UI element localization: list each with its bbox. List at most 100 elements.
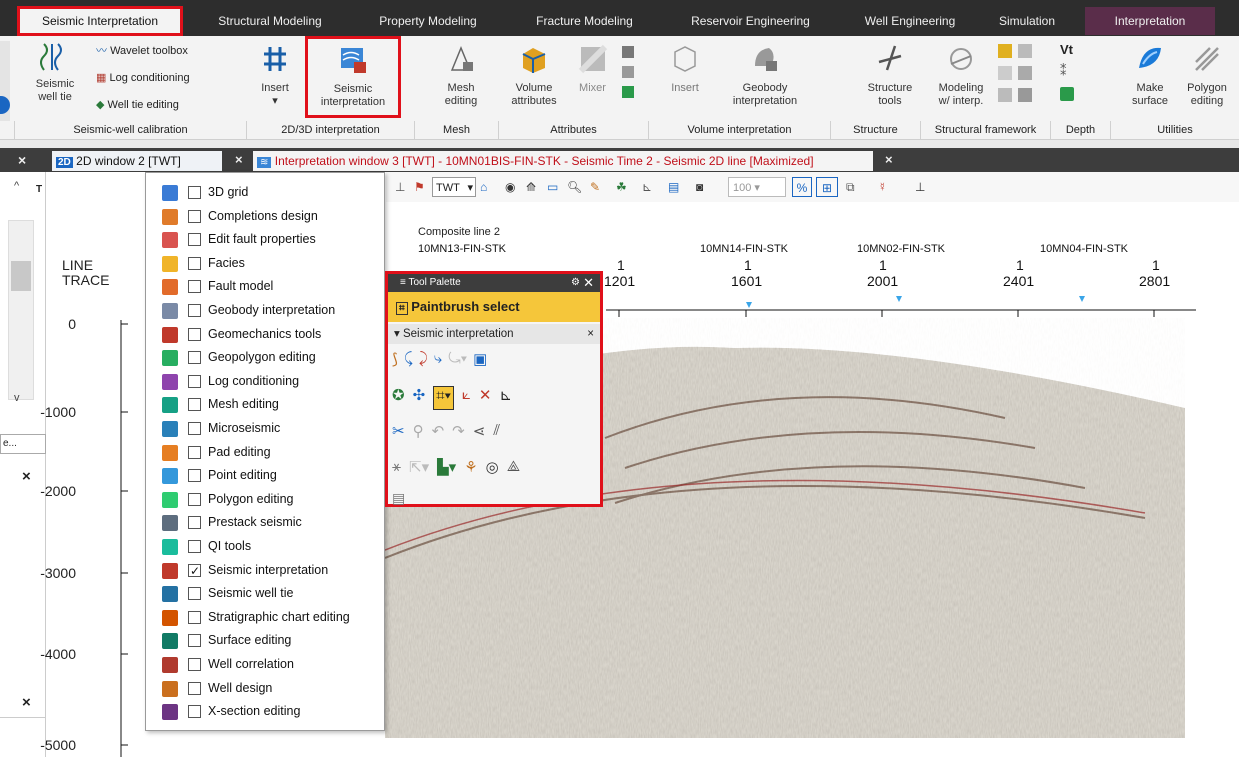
tab-interpretation[interactable]: Interpretation xyxy=(1085,7,1215,35)
plugin-checkbox[interactable] xyxy=(188,634,201,648)
node-icon[interactable]: ⊾ xyxy=(499,386,512,410)
plugin-menu-item[interactable]: Seismic well tie xyxy=(146,582,384,605)
seismic-interpretation-button[interactable]: Seismic interpretation xyxy=(305,36,401,118)
plugin-menu-item[interactable]: Polygon editing xyxy=(146,488,384,511)
mixer-button[interactable]: Mixer xyxy=(570,44,615,95)
domain-select[interactable]: TWT ▾ xyxy=(432,177,476,197)
close-section-icon[interactable]: × xyxy=(587,324,594,344)
add-layer-icon[interactable]: ▙▾ xyxy=(437,458,456,482)
plugin-checkbox[interactable] xyxy=(188,256,201,270)
plugin-menu-item[interactable]: Fault model xyxy=(146,275,384,298)
close-tab-icon[interactable]: × xyxy=(235,152,243,167)
plugin-menu-item[interactable]: Pad editing xyxy=(146,441,384,464)
plugin-menu-item[interactable]: Log conditioning xyxy=(146,370,384,393)
plugin-checkbox[interactable] xyxy=(188,610,201,624)
seismic-well-tie-button[interactable]: Seismic well tie xyxy=(34,42,76,104)
plugin-checkbox[interactable] xyxy=(188,492,201,506)
snap-icon[interactable]: ⚹ xyxy=(392,458,401,482)
list-icon[interactable]: ▤ xyxy=(668,177,690,197)
insert-volume-button[interactable]: Insert xyxy=(664,44,706,95)
plugin-menu-item[interactable]: Well correlation xyxy=(146,653,384,676)
polygon-editing-button[interactable]: Polygon editing xyxy=(1182,44,1232,108)
structure-tools-button[interactable]: Structure tools xyxy=(860,44,920,108)
plugin-menu-item[interactable]: Seismic interpretation xyxy=(146,559,384,583)
gear-icon[interactable]: ⚙ xyxy=(571,274,580,292)
tab-well-engineering[interactable]: Well Engineering xyxy=(845,7,975,35)
guided-tool-icon[interactable]: ⤹ xyxy=(404,350,413,374)
horizon-tool-icon[interactable]: ✪ xyxy=(392,386,405,410)
scroll-up-icon[interactable]: ^ xyxy=(14,180,19,192)
pick-icon[interactable]: ⟰ xyxy=(526,177,546,197)
plugin-checkbox[interactable] xyxy=(188,327,201,341)
tab-interpretation-window[interactable]: ≋ Interpretation window 3 [TWT] - 10MN01… xyxy=(253,151,873,171)
fault-polygon-icon[interactable]: ⟁ xyxy=(507,458,520,482)
move-points-icon[interactable]: ✣ xyxy=(413,386,426,410)
depth-conversion-tools[interactable]: Vt ⁑ xyxy=(1060,42,1090,112)
paintbrush-select-tool-icon[interactable]: ⌗▾ xyxy=(433,386,454,410)
plugin-checkbox[interactable] xyxy=(188,304,201,317)
log-conditioning-button[interactable]: ▦ Log conditioning xyxy=(96,69,190,87)
plugin-checkbox[interactable] xyxy=(188,516,201,530)
plugin-checkbox[interactable] xyxy=(188,233,201,247)
plugin-checkbox[interactable] xyxy=(188,186,201,199)
person-icon[interactable]: ☿ xyxy=(878,177,900,197)
plugin-menu-item[interactable]: Geomechanics tools xyxy=(146,323,384,346)
palette-section-header[interactable]: ▾ Seismic interpretation × xyxy=(388,324,600,344)
tab-simulation[interactable]: Simulation xyxy=(982,7,1072,35)
manual-tool-icon[interactable]: ⤸ xyxy=(419,350,428,374)
percent-icon[interactable]: % xyxy=(792,177,812,197)
settings-brush-icon[interactable]: ✎ xyxy=(590,177,614,197)
insert-button[interactable]: Insert ▾ xyxy=(255,44,295,108)
plugin-checkbox[interactable] xyxy=(188,445,201,459)
volume-attributes-button[interactable]: Volume attributes xyxy=(505,44,563,108)
plugin-menu-item[interactable]: Point editing xyxy=(146,464,384,487)
tab-seismic-interpretation[interactable]: Seismic Interpretation xyxy=(17,6,183,36)
plugin-checkbox[interactable] xyxy=(188,705,201,719)
layers-icon[interactable]: ☘ xyxy=(616,177,638,197)
fault-tool-icon[interactable]: ▣ xyxy=(473,350,487,374)
home-view-icon[interactable]: ⌂ xyxy=(480,177,500,197)
plugin-checkbox[interactable] xyxy=(188,209,201,223)
plugin-menu-item[interactable]: Surface editing xyxy=(146,629,384,652)
wavelet-toolbox-button[interactable]: 〰 Wavelet toolbox xyxy=(96,42,188,60)
plugin-checkbox[interactable] xyxy=(188,540,201,553)
eraser-icon[interactable]: ⟀ xyxy=(462,386,471,410)
attribute-small-icons[interactable] xyxy=(622,46,636,106)
plugin-menu-item[interactable]: Mesh editing xyxy=(146,393,384,416)
magnifier-icon[interactable]: 🔍︎ xyxy=(567,177,587,197)
tab-fracture-modeling[interactable]: Fracture Modeling xyxy=(512,7,657,35)
scissors-icon[interactable]: ✂ xyxy=(392,422,405,446)
plugin-checkbox[interactable] xyxy=(188,351,201,365)
tab-2d-window[interactable]: 2D 2D window 2 [TWT] xyxy=(52,151,222,171)
close-panel-icon[interactable]: × xyxy=(18,152,26,168)
plugin-menu-item[interactable]: X-section editing xyxy=(146,700,384,723)
close-active-tab-icon[interactable]: × xyxy=(885,152,893,167)
tab-structural-modeling[interactable]: Structural Modeling xyxy=(195,7,345,35)
notes-icon[interactable]: ▤ xyxy=(392,490,597,507)
well-tie-editing-button[interactable]: ◆ Well tie editing xyxy=(96,96,179,114)
plugin-menu-item[interactable]: Stratigraphic chart editing xyxy=(146,606,384,629)
flag-icon[interactable]: ⚑ xyxy=(414,177,432,197)
delete-icon[interactable]: ✕ xyxy=(479,386,492,410)
plugin-menu-item[interactable]: Microseismic xyxy=(146,417,384,440)
side-scrollbar[interactable] xyxy=(8,220,34,400)
plugin-menu-item[interactable]: Well design xyxy=(146,677,384,700)
close-bottom-pane-icon[interactable]: × xyxy=(22,694,31,711)
plugin-menu-item[interactable]: Geopolygon editing xyxy=(146,346,384,369)
axis-icon[interactable]: ⊾ xyxy=(642,177,664,197)
plugin-menu-item[interactable]: QI tools xyxy=(146,535,384,558)
camera-icon[interactable]: ◙ xyxy=(696,177,718,197)
plugin-checkbox[interactable] xyxy=(188,398,201,412)
ruler-icon[interactable]: ⊥ xyxy=(395,177,415,197)
well-tie-tool-icon[interactable]: ⚘ xyxy=(464,458,477,482)
plugin-checkbox[interactable] xyxy=(188,422,201,435)
autotrack-tool-icon[interactable]: ⟆ xyxy=(392,350,398,374)
framework-small-icons[interactable] xyxy=(998,44,1038,108)
view-eye-icon[interactable]: ◉ xyxy=(505,177,525,197)
zoom-select[interactable]: 100 ▾ xyxy=(728,177,786,197)
plugin-checkbox[interactable] xyxy=(188,658,201,671)
plugin-checkbox[interactable] xyxy=(188,280,201,294)
export-icon[interactable]: ⧉ xyxy=(846,177,868,197)
close-icon[interactable]: ✕ xyxy=(583,274,594,292)
grid-view-icon[interactable]: ⊞ xyxy=(816,177,838,197)
